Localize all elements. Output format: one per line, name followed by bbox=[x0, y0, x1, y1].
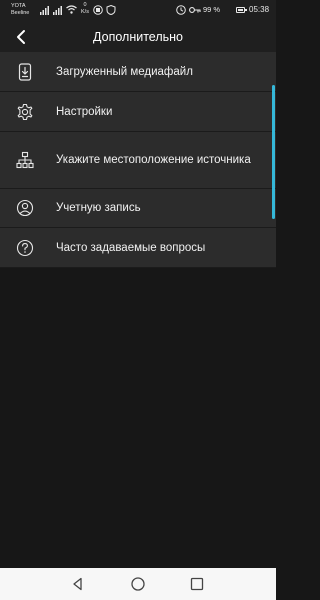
status-time: 05:38 bbox=[249, 5, 270, 14]
battery-percent: 99 % bbox=[203, 5, 221, 14]
menu-item-faq[interactable]: Часто задаваемые вопросы bbox=[0, 228, 276, 268]
wifi-icon bbox=[66, 5, 77, 14]
menu-item-downloaded-media[interactable]: Загруженный медиафайл bbox=[0, 52, 276, 92]
signal-icon bbox=[40, 6, 49, 15]
app-shield-icon bbox=[93, 5, 103, 15]
menu-item-label: Настройки bbox=[56, 105, 113, 118]
network-speed-unit: K/s bbox=[81, 9, 89, 15]
key-icon bbox=[189, 7, 201, 13]
carrier-names: YOTA Beeline bbox=[11, 3, 29, 17]
menu-item-source-location[interactable]: Укажите местоположение источника bbox=[0, 132, 276, 189]
do-not-disturb-icon bbox=[176, 5, 186, 15]
nav-back-icon[interactable] bbox=[70, 576, 86, 592]
app-bar: Дополнительно bbox=[0, 22, 276, 52]
menu-item-label: Укажите местоположение источника bbox=[56, 154, 251, 166]
signal-2-icon bbox=[53, 6, 62, 15]
account-icon bbox=[16, 199, 34, 217]
help-circle-icon bbox=[16, 239, 34, 256]
system-nav-bar bbox=[0, 568, 276, 600]
menu-item-account[interactable]: Учетную запись bbox=[0, 189, 276, 228]
scrollbar[interactable] bbox=[272, 85, 275, 219]
battery-icon bbox=[236, 7, 247, 13]
menu-item-label: Загруженный медиафайл bbox=[56, 65, 193, 78]
battery-fill bbox=[238, 9, 243, 11]
shield-icon bbox=[106, 5, 116, 15]
nav-recents-icon[interactable] bbox=[189, 576, 205, 592]
nav-home-icon[interactable] bbox=[130, 576, 146, 592]
page-title: Дополнительно bbox=[93, 30, 183, 44]
network-speed: 0 K/s bbox=[81, 2, 89, 16]
menu-item-label: Часто задаваемые вопросы bbox=[56, 241, 206, 254]
carrier-1: YOTA bbox=[11, 3, 26, 9]
sitemap-icon bbox=[16, 151, 34, 169]
phone-download-icon bbox=[18, 62, 32, 81]
network-speed-value: 0 bbox=[83, 2, 87, 8]
carrier-2: Beeline bbox=[11, 10, 30, 16]
menu-list: Загруженный медиафайл Настройки Укажите … bbox=[0, 52, 276, 268]
menu-item-label: Учетную запись bbox=[56, 202, 141, 214]
gear-icon bbox=[17, 103, 33, 120]
status-bar: YOTA Beeline 0 K/s 99 % 05:38 bbox=[0, 0, 276, 22]
menu-item-settings[interactable]: Настройки bbox=[0, 92, 276, 132]
